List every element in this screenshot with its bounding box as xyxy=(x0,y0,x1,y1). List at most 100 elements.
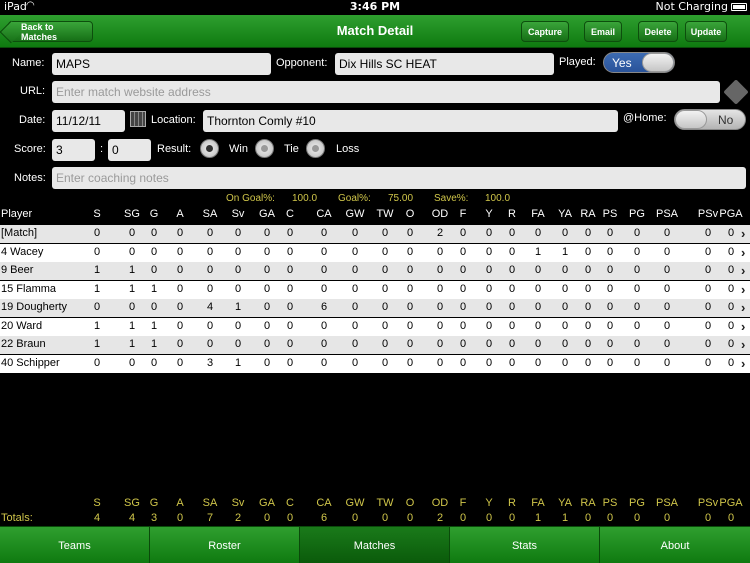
score-label: Score: xyxy=(14,143,46,155)
totals-column-header-gw: GW xyxy=(345,497,365,509)
stat-cell-r: 0 xyxy=(508,227,516,239)
stat-cell-tw: 0 xyxy=(381,264,389,276)
nav-bar: Match Detail Back to Matches Capture Ema… xyxy=(0,15,750,48)
name-field[interactable]: MAPS xyxy=(52,53,271,75)
stat-cell-gw: 0 xyxy=(351,264,359,276)
url-field[interactable]: Enter match website address xyxy=(52,81,720,103)
stat-cell-r: 0 xyxy=(508,338,516,350)
stat-cell-g: 0 xyxy=(150,264,158,276)
stat-cell-psa: 0 xyxy=(663,356,671,369)
column-header-gw: GW xyxy=(345,208,365,220)
score-home-field[interactable]: 3 xyxy=(52,139,95,161)
score-away-field[interactable]: 0 xyxy=(108,139,151,161)
tab-matches[interactable]: Matches xyxy=(300,527,450,563)
stat-cell-ps: 0 xyxy=(606,301,614,313)
totals-label: Totals: xyxy=(1,512,33,524)
stat-cell-sv: 0 xyxy=(234,319,242,332)
total-cell-sa: 7 xyxy=(206,512,214,524)
result-win-radio[interactable] xyxy=(200,139,219,158)
stat-cell-fa: 0 xyxy=(534,282,542,295)
home-toggle-label: No xyxy=(718,113,734,127)
tab-about[interactable]: About xyxy=(600,527,750,563)
stat-cell-gw: 0 xyxy=(351,282,359,295)
stat-cell-s: 1 xyxy=(93,282,101,295)
chevron-right-icon[interactable]: › xyxy=(741,282,745,297)
table-row[interactable]: 9 Beer 1 1 0 0 0 0 0 0 0 0 0 0 0 0 0 0 0 0 0 0 0 0 0 0 › xyxy=(0,262,750,280)
column-header-a: A xyxy=(176,208,184,220)
date-field[interactable]: 11/12/11 xyxy=(52,110,125,132)
score-separator: : xyxy=(100,143,104,155)
table-row[interactable]: 22 Braun 1 1 1 0 0 0 0 0 0 0 0 0 0 0 0 0 0 0 0 0 0 0 0 0 › xyxy=(0,336,750,354)
table-row[interactable]: [Match] 0 0 0 0 0 0 0 0 0 0 0 0 2 0 0 0 0 0 0 0 0 0 0 0 › xyxy=(0,225,750,243)
opponent-field[interactable]: Dix Hills SC HEAT xyxy=(335,53,554,75)
stat-cell-fa: 0 xyxy=(534,301,542,313)
chevron-right-icon[interactable]: › xyxy=(741,337,745,352)
result-tie-radio[interactable] xyxy=(255,139,274,158)
date-label: Date: xyxy=(19,114,46,126)
column-header-sa: SA xyxy=(202,208,218,220)
stat-cell-o: 0 xyxy=(406,282,414,295)
stat-cell-c: 0 xyxy=(286,245,294,258)
column-header-pga: PGA xyxy=(719,208,743,220)
played-toggle[interactable]: Yes xyxy=(603,52,675,73)
totals-column-header-o: O xyxy=(405,497,415,509)
total-cell-a: 0 xyxy=(176,512,184,524)
column-header-pg: PG xyxy=(629,208,645,220)
stat-cell-ps: 0 xyxy=(606,227,614,239)
stat-cell-psa: 0 xyxy=(663,227,671,239)
stat-cell-fa: 1 xyxy=(534,245,542,258)
stat-cell-tw: 0 xyxy=(381,319,389,332)
table-row[interactable]: 4 Wacey 0 0 0 0 0 0 0 0 0 0 0 0 0 0 0 0 1 1 0 0 0 0 0 0 › xyxy=(0,243,750,262)
column-header-tw: TW xyxy=(376,208,394,220)
totals-column-header-tw: TW xyxy=(376,497,394,509)
totals-column-header-ps: PS xyxy=(602,497,618,509)
totals-column-header-pga: PGA xyxy=(719,497,743,509)
chevron-right-icon[interactable]: › xyxy=(741,245,745,260)
notes-field[interactable]: Enter coaching notes xyxy=(52,167,746,189)
chevron-right-icon[interactable]: › xyxy=(741,319,745,334)
stat-cell-pg: 0 xyxy=(633,319,641,332)
stat-cell-gw: 0 xyxy=(351,338,359,350)
result-loss-radio[interactable] xyxy=(306,139,325,158)
stat-cell-s: 0 xyxy=(93,301,101,313)
player-column-header: Player xyxy=(1,208,33,220)
stat-cell-psa: 0 xyxy=(663,245,671,258)
delete-button[interactable]: Delete xyxy=(638,21,678,42)
player-name: 20 Ward xyxy=(1,319,43,332)
tab-roster[interactable]: Roster xyxy=(150,527,300,563)
table-row[interactable]: 15 Flamma 1 1 1 0 0 0 0 0 0 0 0 0 0 0 0 0 0 0 0 0 0 0 0 0 › xyxy=(0,280,750,299)
stat-cell-gw: 0 xyxy=(351,319,359,332)
update-button[interactable]: Update xyxy=(685,21,727,42)
chevron-right-icon[interactable]: › xyxy=(741,226,745,241)
table-row[interactable]: 20 Ward 1 1 1 0 0 0 0 0 0 0 0 0 0 0 0 0 0 0 0 0 0 0 0 0 › xyxy=(0,317,750,336)
tab-stats[interactable]: Stats xyxy=(450,527,600,563)
stat-cell-g: 0 xyxy=(150,356,158,369)
stat-cell-a: 0 xyxy=(176,282,184,295)
stat-cell-f: 0 xyxy=(459,356,467,369)
toggle-knob xyxy=(675,110,707,129)
chevron-right-icon[interactable]: › xyxy=(741,263,745,278)
capture-button[interactable]: Capture xyxy=(521,21,569,42)
email-button[interactable]: Email xyxy=(584,21,622,42)
played-label: Played: xyxy=(559,56,596,68)
stat-cell-ps: 0 xyxy=(606,264,614,276)
back-button[interactable]: Back to Matches xyxy=(8,21,93,42)
stat-cell-a: 0 xyxy=(176,319,184,332)
stat-cell-c: 0 xyxy=(286,282,294,295)
chevron-right-icon[interactable]: › xyxy=(741,300,745,315)
table-row[interactable]: 19 Dougherty 0 0 0 0 4 1 0 0 6 0 0 0 0 0 0 0 0 0 0 0 0 0 0 0 › xyxy=(0,299,750,317)
stat-cell-o: 0 xyxy=(406,301,414,313)
stat-cell-o: 0 xyxy=(406,319,414,332)
home-label: @Home: xyxy=(623,112,667,124)
home-toggle[interactable]: No xyxy=(674,109,746,130)
tab-teams[interactable]: Teams xyxy=(0,527,150,563)
location-field[interactable]: Thornton Comly #10 xyxy=(203,110,618,132)
chevron-right-icon[interactable]: › xyxy=(741,356,745,371)
stat-cell-ps: 0 xyxy=(606,338,614,350)
stat-cell-ps: 0 xyxy=(606,245,614,258)
calendar-icon[interactable] xyxy=(130,111,146,127)
stat-cell-sa: 0 xyxy=(206,338,214,350)
stat-cell-gw: 0 xyxy=(351,301,359,313)
table-row[interactable]: 40 Schipper 0 0 0 0 3 1 0 0 0 0 0 0 0 0 0 0 0 0 0 0 0 0 0 0 › xyxy=(0,354,750,373)
open-link-icon[interactable] xyxy=(723,79,749,105)
